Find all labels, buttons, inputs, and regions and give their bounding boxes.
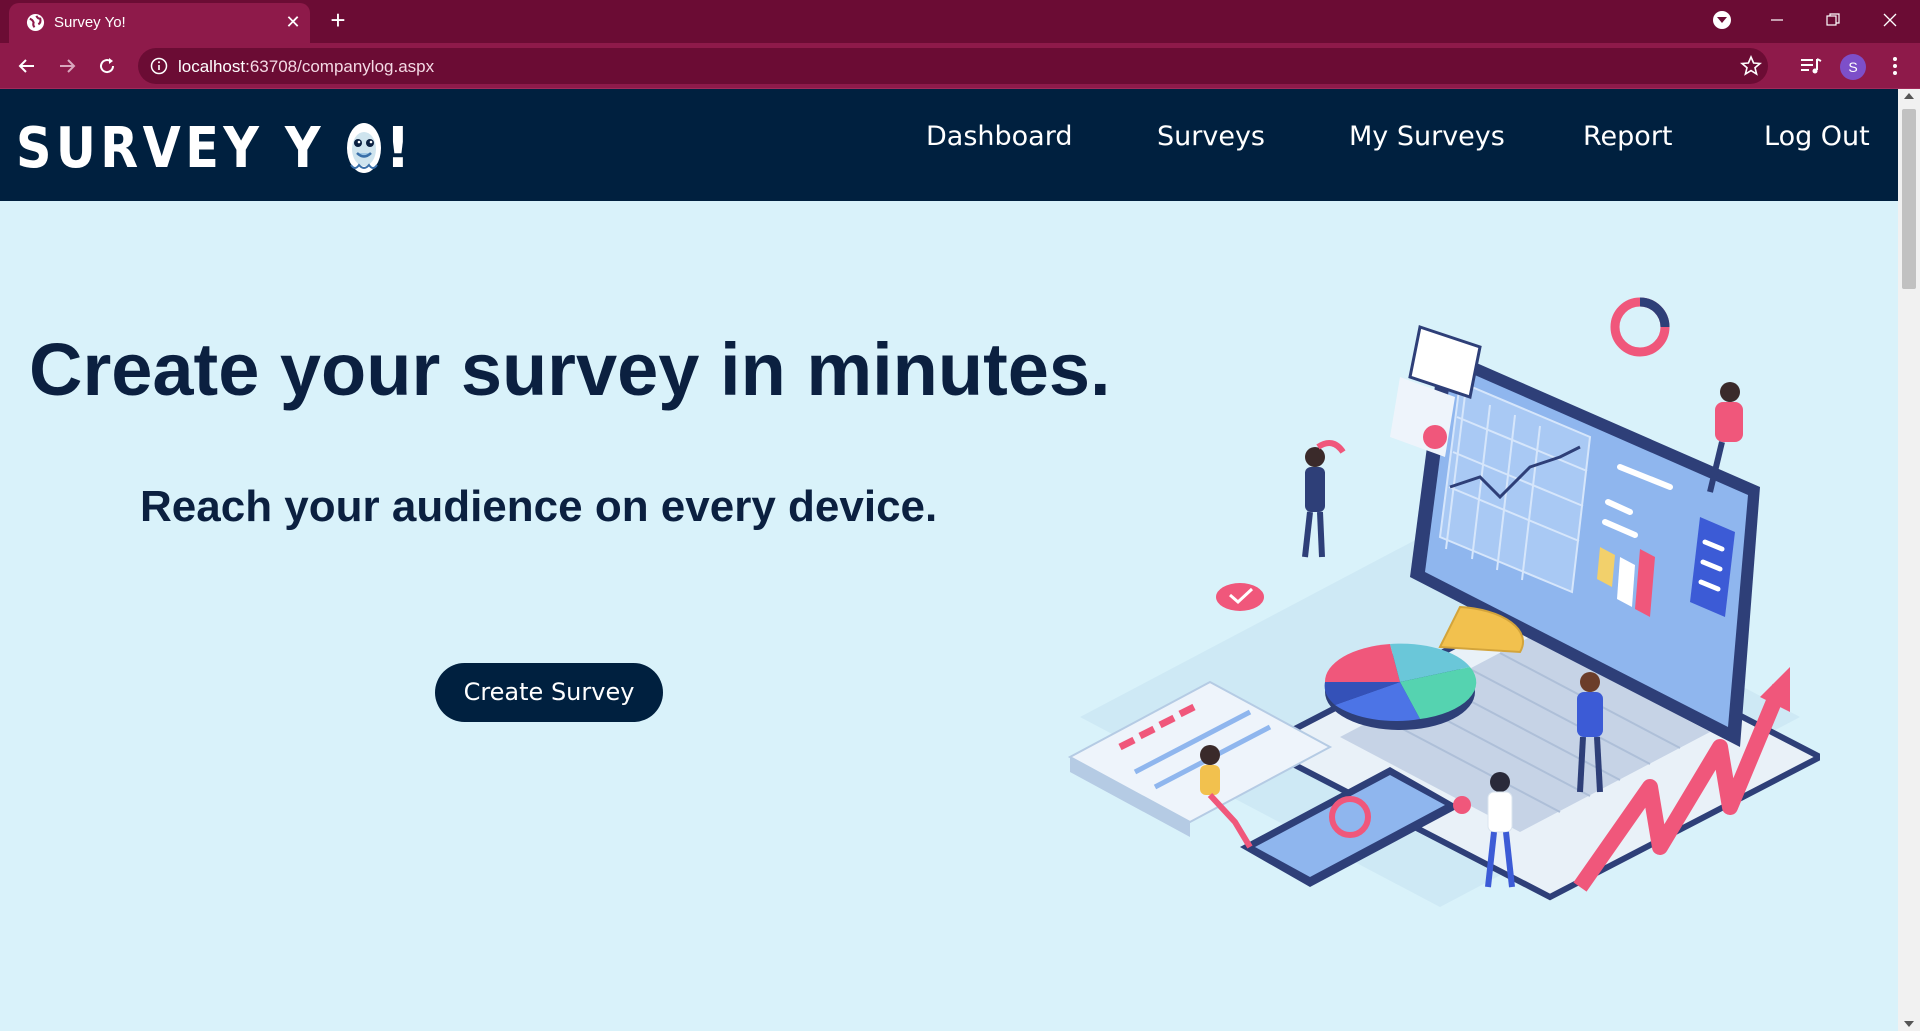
tab-title: Survey Yo! xyxy=(54,14,126,31)
nav-my-surveys[interactable]: My Surveys xyxy=(1349,121,1505,161)
nav-dashboard[interactable]: Dashboard xyxy=(926,121,1072,161)
browser-tab[interactable]: Survey Yo! ✕ xyxy=(9,3,310,43)
ghost-mascot-icon xyxy=(347,123,382,173)
plus-icon[interactable]: + xyxy=(325,7,351,33)
back-icon[interactable] xyxy=(13,52,41,80)
close-icon[interactable]: ✕ xyxy=(282,11,304,33)
url-path: :63708/companylog.aspx xyxy=(245,57,435,76)
page-scrollbar[interactable] xyxy=(1898,89,1920,1031)
forward-icon[interactable] xyxy=(53,52,81,80)
browser-toolbar: localhost:63708/companylog.aspx S xyxy=(0,43,1920,89)
logo[interactable]: SURVEY Y ! xyxy=(16,115,411,181)
scroll-down-icon[interactable] xyxy=(1904,1021,1914,1027)
logo-text: SURVEY Y xyxy=(16,115,325,181)
create-survey-button[interactable]: Create Survey xyxy=(435,663,663,722)
scroll-thumb[interactable] xyxy=(1902,109,1916,289)
url-text[interactable]: localhost:63708/companylog.aspx xyxy=(178,57,434,77)
nav-report[interactable]: Report xyxy=(1583,121,1673,161)
survey-illustration xyxy=(1067,297,1820,907)
page: SURVEY Y ! Dashboard Surveys My Surveys … xyxy=(0,89,1898,1031)
browser-tabstrip: Survey Yo! ✕ + xyxy=(0,0,1920,43)
scroll-up-icon[interactable] xyxy=(1904,93,1914,99)
media-icon[interactable] xyxy=(1797,52,1825,80)
nav-log-out[interactable]: Log Out xyxy=(1764,121,1870,161)
menu-icon[interactable] xyxy=(1881,52,1909,80)
restore-icon[interactable] xyxy=(1805,0,1861,40)
hero-title: Create your survey in minutes. xyxy=(29,328,1111,411)
star-icon[interactable] xyxy=(1740,55,1762,77)
nav-surveys[interactable]: Surveys xyxy=(1157,121,1265,161)
window-close-icon[interactable] xyxy=(1862,0,1918,40)
info-icon[interactable] xyxy=(150,57,168,75)
hero-subtitle: Reach your audience on every device. xyxy=(140,482,938,531)
avatar[interactable]: S xyxy=(1840,54,1866,80)
minimize-icon[interactable] xyxy=(1749,0,1805,40)
globe-icon xyxy=(26,13,45,32)
site-header: SURVEY Y ! Dashboard Surveys My Surveys … xyxy=(0,89,1898,201)
logo-exclamation: ! xyxy=(385,115,411,181)
address-bar[interactable]: localhost:63708/companylog.aspx xyxy=(138,48,1768,84)
reload-icon[interactable] xyxy=(93,52,121,80)
url-host: localhost xyxy=(178,57,246,76)
tab-search-icon[interactable] xyxy=(1713,11,1731,29)
